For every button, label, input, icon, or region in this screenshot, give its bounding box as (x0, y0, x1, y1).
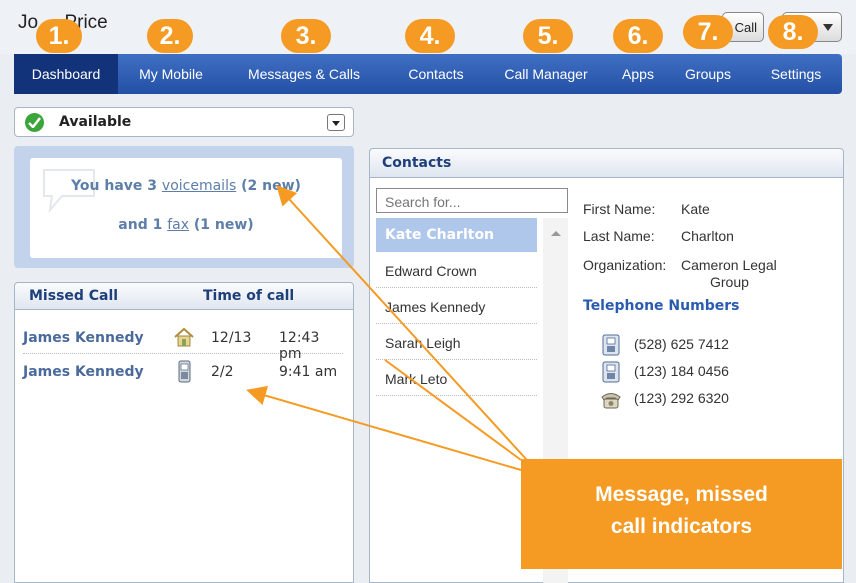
app-window: Jo Price Call Dashboard My Mobile Messag… (0, 0, 856, 583)
callout-text: Message, missed call indicators (521, 479, 842, 543)
callout-box: Message, missed call indicators (521, 459, 842, 569)
callout-line-2: call indicators (610, 515, 753, 538)
callout-line-1: Message, missed (595, 483, 768, 506)
